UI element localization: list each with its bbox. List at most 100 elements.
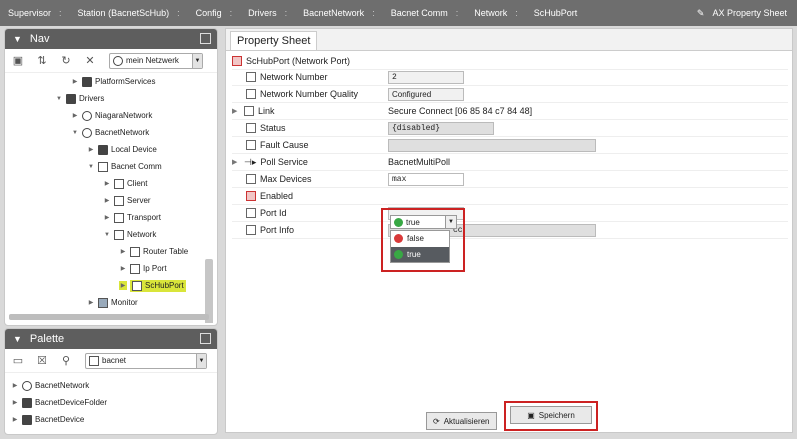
expand-icon[interactable]: ▶ <box>119 281 127 290</box>
services-icon <box>82 76 92 87</box>
tree-node-bacnetnetwork[interactable]: ▼ BacnetNetwork <box>71 124 149 141</box>
maximize-icon[interactable] <box>200 33 211 44</box>
network-number-quality-field[interactable]: Configured <box>388 87 464 101</box>
expand-icon[interactable]: ▶ <box>11 399 19 406</box>
nav-header: ▼ Nav <box>5 29 217 49</box>
crumb-supervisor[interactable]: Supervisor: <box>0 8 70 18</box>
tree-node-platformservices[interactable]: ▶ PlatformServices <box>71 73 155 90</box>
option-true[interactable]: true <box>391 247 449 262</box>
prop-network-number-quality: Network Number Quality Configured <box>232 86 788 103</box>
tree-label: Router Table <box>143 247 189 256</box>
crumb-label: Supervisor <box>8 8 52 18</box>
open-folder-icon[interactable]: ▭ <box>11 354 25 368</box>
save-button[interactable]: ▣ Speichern <box>510 406 592 424</box>
crumb-label: BacnetNetwork <box>303 8 365 18</box>
chevron-down-icon: ▼ <box>192 53 202 68</box>
sync-arrows-icon[interactable]: ⇅ <box>35 54 49 68</box>
expand-icon[interactable]: ▶ <box>232 158 240 166</box>
prop-label: Status <box>246 123 286 133</box>
selected-node: ScHubPort <box>130 279 186 292</box>
palette-module-select[interactable]: bacnet ▼ <box>85 352 207 369</box>
component-icon <box>132 280 142 291</box>
palette-item-bacnetdevice[interactable]: ▶ BacnetDevice <box>11 411 84 428</box>
maximize-icon[interactable] <box>200 333 211 344</box>
tree-node-server[interactable]: ▶ Server <box>103 192 151 209</box>
crumb-config[interactable]: Config: <box>188 8 241 18</box>
palette-item-bacnetdevicefolder[interactable]: ▶ BacnetDeviceFolder <box>11 394 107 411</box>
tree-label: Monitor <box>111 298 138 307</box>
palette-header: ▼ Palette <box>5 329 217 349</box>
expand-icon[interactable]: ▶ <box>103 214 111 221</box>
tree-label: BacnetNetwork <box>95 128 150 137</box>
folder-icon[interactable]: ▣ <box>11 54 25 68</box>
search-icon[interactable]: ⚲ <box>59 354 73 368</box>
max-devices-field[interactable]: max <box>388 172 464 186</box>
tab-property-sheet[interactable]: Property Sheet <box>230 31 318 50</box>
expand-icon[interactable]: ▶ <box>232 107 240 115</box>
close-icon[interactable]: ✕ <box>83 54 97 68</box>
expand-icon[interactable]: ▶ <box>11 416 19 423</box>
network-number-field[interactable]: 2 <box>388 70 464 84</box>
crumb-bacnetcomm[interactable]: Bacnet Comm: <box>383 8 467 18</box>
tree-node-bacnetcomm[interactable]: ▼ Bacnet Comm <box>87 158 162 175</box>
prop-value <box>388 138 596 152</box>
expand-icon[interactable]: ▶ <box>103 180 111 187</box>
refresh-icon[interactable]: ↻ <box>59 54 73 68</box>
chevron-down-icon: ▼ <box>445 216 456 228</box>
tree-label: Local Device <box>111 145 157 154</box>
enabled-options: false true <box>390 230 450 263</box>
expand-icon[interactable]: ▶ <box>71 112 79 119</box>
prop-link: ▶ Link Secure Connect [06 85 84 c7 84 48] <box>232 103 788 120</box>
tree-node-routertable[interactable]: ▶ Router Table <box>119 243 188 260</box>
collapse-icon[interactable]: ▼ <box>71 130 79 136</box>
horizontal-scrollbar[interactable] <box>9 314 209 320</box>
tree-node-client[interactable]: ▶ Client <box>103 175 147 192</box>
tree-node-network[interactable]: ▼ Network <box>103 226 156 243</box>
tree-node-schubport[interactable]: ▶ ScHubPort <box>119 277 186 294</box>
crumb-bacnetnetwork[interactable]: BacnetNetwork: <box>295 8 383 18</box>
expand-icon[interactable]: ▶ <box>119 248 127 255</box>
status-field: {disabled} <box>388 121 494 135</box>
refresh-button[interactable]: ⟳ Aktualisieren <box>426 412 497 430</box>
prop-label: ▶ ⊣▸ Poll Service <box>232 157 308 168</box>
close-icon[interactable]: ☒ <box>35 354 49 368</box>
expand-icon[interactable]: ▶ <box>71 78 79 85</box>
crumb-network[interactable]: Network: <box>466 8 526 18</box>
component-icon <box>114 212 124 223</box>
collapse-icon[interactable]: ▼ <box>87 164 95 170</box>
collapse-icon[interactable]: ▼ <box>103 232 111 238</box>
tree-node-localdevice[interactable]: ▶ Local Device <box>87 141 157 158</box>
enabled-select[interactable]: true ▼ <box>390 215 457 229</box>
view-selector[interactable]: ✎ AX Property Sheet <box>697 8 797 19</box>
expand-icon[interactable]: ▶ <box>87 299 95 306</box>
network-select[interactable]: mein Netzwerk ▼ <box>109 52 203 69</box>
port-icon <box>232 56 242 66</box>
option-false[interactable]: false <box>391 231 449 246</box>
chevron-down-icon[interactable]: ▼ <box>13 34 22 44</box>
tree-label: PlatformServices <box>95 77 156 86</box>
crumb-drivers[interactable]: Drivers: <box>240 8 295 18</box>
prop-port-info: Port Info cc <box>232 222 788 239</box>
chevron-down-icon[interactable]: ▼ <box>13 334 22 344</box>
option-label: false <box>407 234 424 243</box>
prop-label-text: Network Number Quality <box>260 89 359 99</box>
expand-icon[interactable]: ▶ <box>103 197 111 204</box>
expand-icon[interactable]: ▶ <box>11 382 19 389</box>
tree-node-niagaranetwork[interactable]: ▶ NiagaraNetwork <box>71 107 152 124</box>
crumb-station[interactable]: Station (BacnetScHub): <box>70 8 188 18</box>
breadcrumb-bar: Supervisor: Station (BacnetScHub): Confi… <box>0 0 797 26</box>
expand-icon[interactable]: ▶ <box>87 146 95 153</box>
monitor-icon <box>98 297 108 308</box>
tree-node-ipport[interactable]: ▶ Ip Port <box>119 260 167 277</box>
crumb-schubport[interactable]: ScHubPort <box>526 8 586 18</box>
palette-item-bacnetnetwork[interactable]: ▶ BacnetNetwork <box>11 377 89 394</box>
property-icon <box>246 140 256 150</box>
collapse-icon[interactable]: ▼ <box>55 96 63 102</box>
tree-node-drivers[interactable]: ▼ Drivers <box>55 90 104 107</box>
nav-toolbar: ▣ ⇅ ↻ ✕ mein Netzwerk ▼ <box>5 49 217 73</box>
tree-node-transport[interactable]: ▶ Transport <box>103 209 161 226</box>
tree-node-monitor[interactable]: ▶ Monitor <box>87 294 138 311</box>
module-select-value: bacnet <box>102 356 127 365</box>
prop-label-text: Link <box>258 106 275 116</box>
expand-icon[interactable]: ▶ <box>119 265 127 272</box>
